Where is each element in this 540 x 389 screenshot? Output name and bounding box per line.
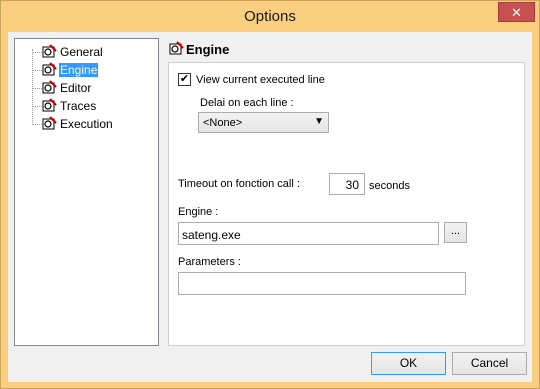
- gear-pencil-icon: [42, 116, 57, 130]
- tree-item-engine[interactable]: Engine: [15, 61, 155, 79]
- tree-label-editor: Editor: [60, 81, 92, 95]
- tree-item-traces[interactable]: Traces: [15, 97, 155, 115]
- tree-label-execution: Execution: [60, 117, 113, 131]
- panel-title: Engine: [186, 42, 230, 57]
- ok-button[interactable]: OK: [371, 352, 446, 375]
- parameters-input[interactable]: [178, 272, 466, 295]
- engine-label: Engine :: [178, 206, 219, 218]
- delay-label: Delai on each line :: [200, 97, 294, 109]
- checkmark-icon: ✔: [179, 73, 190, 85]
- cancel-button[interactable]: Cancel: [452, 352, 527, 375]
- engine-input-value: sateng.exe: [182, 228, 241, 242]
- view-executed-line-checkbox[interactable]: ✔: [178, 73, 191, 86]
- parameters-label: Parameters :: [178, 256, 241, 268]
- close-button[interactable]: ✕: [498, 2, 535, 22]
- gear-pencil-icon: [42, 44, 57, 58]
- engine-input[interactable]: sateng.exe: [178, 222, 439, 245]
- tree-label-general: General: [60, 45, 103, 59]
- delay-select-value: <None>: [203, 117, 243, 129]
- tree-item-execution[interactable]: Execution: [15, 115, 155, 133]
- dialog-client-area: General Engine Editor Traces Execution E…: [8, 32, 532, 382]
- timeout-unit: seconds: [369, 180, 410, 192]
- gear-pencil-icon: [42, 80, 57, 94]
- tree-item-general[interactable]: General: [15, 43, 155, 61]
- engine-settings-panel: ✔ View current executed line Delai on ea…: [168, 62, 525, 346]
- gear-pencil-icon: [42, 98, 57, 112]
- timeout-label: Timeout on fonction call :: [178, 178, 300, 190]
- chevron-down-icon: ▼: [314, 116, 324, 127]
- view-executed-line-label[interactable]: View current executed line: [196, 74, 325, 86]
- panel-header: Engine: [164, 39, 524, 59]
- title-bar[interactable]: Options ✕: [1, 1, 539, 32]
- tree-item-editor[interactable]: Editor: [15, 79, 155, 97]
- browse-engine-button[interactable]: ...: [444, 222, 467, 243]
- tree-label-engine: Engine: [59, 63, 99, 77]
- window-title: Options: [244, 8, 296, 25]
- gear-pencil-icon: [169, 41, 184, 55]
- options-window: Options ✕ General Engine Editor Traces E…: [0, 0, 540, 389]
- gear-pencil-icon: [42, 62, 57, 76]
- delay-select[interactable]: <None> ▼: [198, 112, 329, 133]
- tree-label-traces: Traces: [60, 99, 97, 113]
- options-tree[interactable]: General Engine Editor Traces Execution: [14, 38, 159, 346]
- timeout-input[interactable]: 30: [329, 173, 365, 195]
